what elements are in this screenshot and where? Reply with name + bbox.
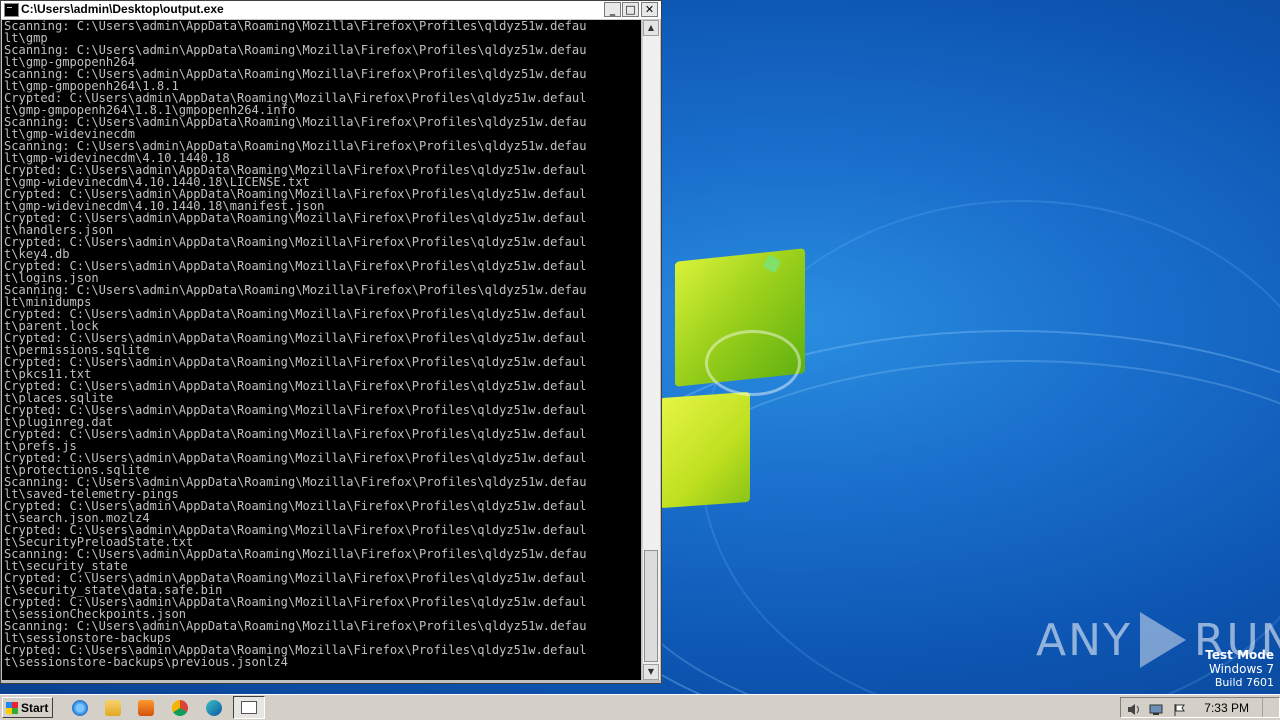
- network-icon[interactable]: [1149, 701, 1163, 715]
- test-mode-notice: Test Mode Windows 7 Build 7601: [1205, 648, 1274, 690]
- windows-flag-icon: [6, 701, 18, 714]
- console-app-icon: [241, 701, 257, 714]
- explorer-folder-icon[interactable]: [103, 698, 123, 718]
- console-line: t\sessionstore-backups\previous.jsonlz4: [4, 655, 288, 669]
- start-button[interactable]: Start: [2, 697, 53, 718]
- console-text: Scanning: C:\Users\admin\AppData\Roaming…: [2, 20, 641, 668]
- console-line: Crypted: C:\Users\admin\AppData\Roaming\…: [4, 355, 587, 369]
- maximize-button[interactable]: □: [622, 2, 639, 17]
- window-titlebar[interactable]: C:\Users\admin\Desktop\output.exe _ □ ✕: [1, 1, 661, 20]
- console-line: Scanning: C:\Users\admin\AppData\Roaming…: [4, 283, 587, 297]
- console-app-icon[interactable]: [4, 3, 19, 17]
- speaker-icon[interactable]: [1127, 701, 1141, 715]
- media-player-icon[interactable]: [136, 698, 156, 718]
- console-line: Crypted: C:\Users\admin\AppData\Roaming\…: [4, 427, 587, 441]
- ie-icon[interactable]: [70, 698, 90, 718]
- console-output[interactable]: Scanning: C:\Users\admin\AppData\Roaming…: [2, 20, 641, 680]
- console-line: Crypted: C:\Users\admin\AppData\Roaming\…: [4, 235, 587, 249]
- system-tray: 7:33 PM: [1120, 697, 1280, 718]
- show-desktop-button[interactable]: [1262, 698, 1277, 717]
- console-line: Crypted: C:\Users\admin\AppData\Roaming\…: [4, 259, 587, 273]
- minimize-button[interactable]: _: [604, 2, 621, 17]
- test-mode-label: Test Mode: [1205, 648, 1274, 662]
- console-line: Crypted: C:\Users\admin\AppData\Roaming\…: [4, 307, 587, 321]
- start-label: Start: [21, 700, 49, 715]
- windows-logo-icon: [655, 245, 825, 530]
- scroll-down-arrow-icon[interactable]: ▼: [643, 664, 659, 680]
- taskbar-item-console[interactable]: [233, 696, 265, 719]
- taskbar: Start 7:33 PM: [0, 694, 1280, 720]
- scrollbar-thumb[interactable]: [644, 550, 658, 662]
- watermark-text-left: ANY: [1036, 614, 1132, 666]
- scroll-up-arrow-icon[interactable]: ▲: [643, 20, 659, 36]
- window-title: C:\Users\admin\Desktop\output.exe: [21, 2, 224, 16]
- clock[interactable]: 7:33 PM: [1204, 701, 1249, 715]
- build-label: Build 7601: [1214, 676, 1274, 689]
- console-line: Scanning: C:\Users\admin\AppData\Roaming…: [4, 20, 587, 33]
- close-button[interactable]: ✕: [641, 2, 658, 17]
- console-window[interactable]: C:\Users\admin\Desktop\output.exe _ □ ✕ …: [0, 0, 662, 684]
- chrome-icon[interactable]: [170, 698, 190, 718]
- vertical-scrollbar[interactable]: ▲ ▼: [642, 20, 660, 680]
- edge-icon[interactable]: [204, 698, 224, 718]
- os-name-label: Windows 7: [1208, 662, 1274, 676]
- action-center-flag-icon[interactable]: [1173, 701, 1187, 716]
- play-icon: [1139, 612, 1186, 668]
